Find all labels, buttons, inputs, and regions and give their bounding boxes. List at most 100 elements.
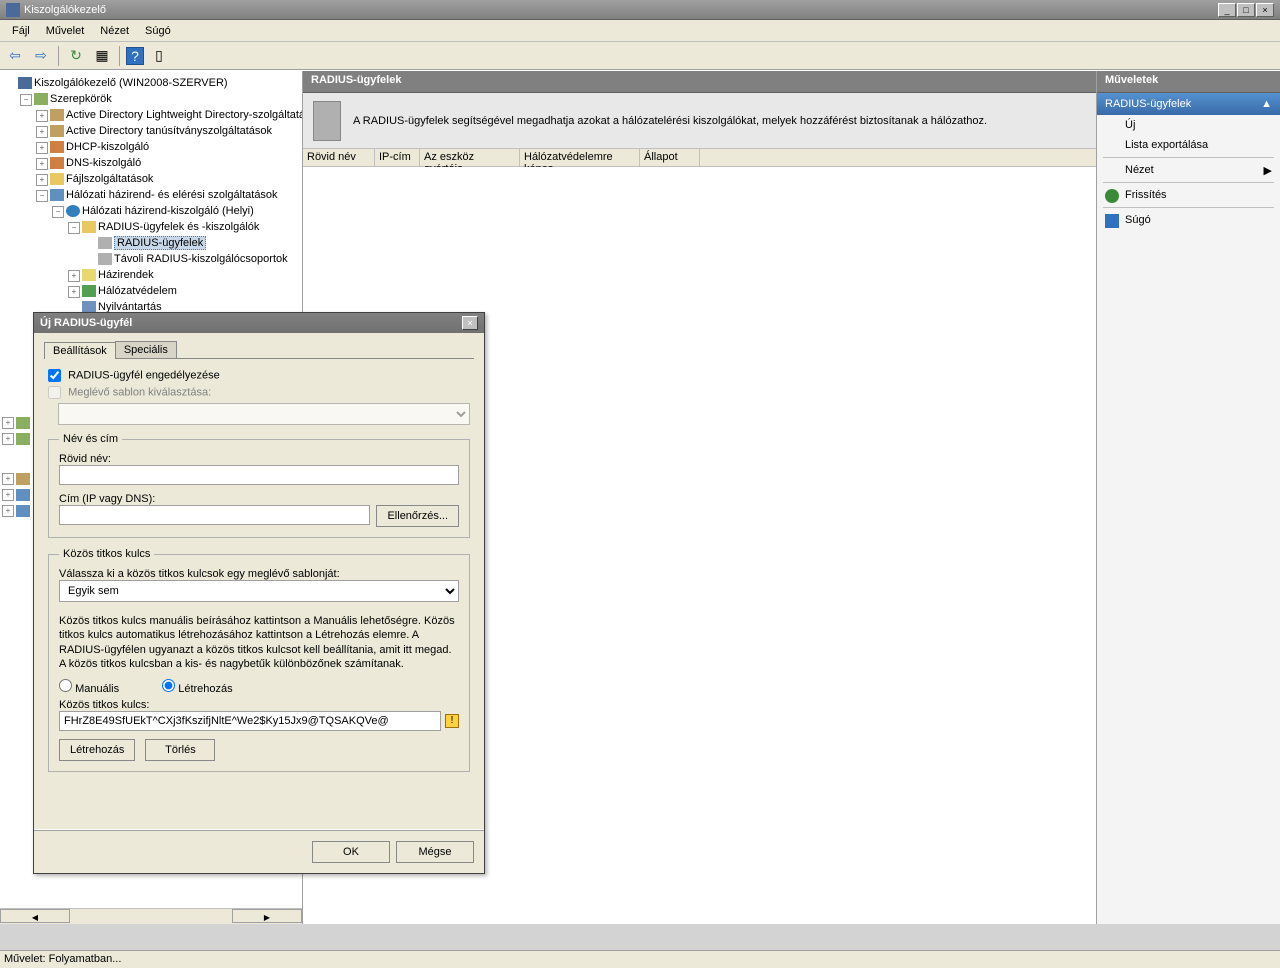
button-ok[interactable]: OK <box>312 841 390 863</box>
menu-help[interactable]: Súgó <box>137 23 179 39</box>
close-button[interactable]: × <box>1256 3 1274 17</box>
content-title: RADIUS-ügyfelek <box>303 71 1096 93</box>
tree-dhcp[interactable]: DHCP-kiszolgáló <box>66 141 149 153</box>
help-icon <box>1105 214 1119 228</box>
tree-root[interactable]: Kiszolgálókezelő (WIN2008-SZERVER) <box>34 77 228 89</box>
dialog-close-button[interactable]: × <box>462 316 478 330</box>
tab-advanced[interactable]: Speciális <box>115 341 177 358</box>
actions-title: Műveletek <box>1097 71 1280 93</box>
button-verify[interactable]: Ellenőrzés... <box>376 505 459 527</box>
select-secret-template[interactable]: Egyik sem <box>59 580 459 602</box>
expander[interactable]: + <box>2 417 14 429</box>
label-secret-template: Válassza ki a közös titkos kulcsok egy m… <box>59 568 459 580</box>
separator <box>1103 157 1274 158</box>
checkbox-select-template <box>48 386 61 399</box>
expander[interactable]: + <box>2 489 14 501</box>
toolbar: ⇦ ⇨ ↻ ▦ ? ▯ <box>0 42 1280 70</box>
button-generate[interactable]: Létrehozás <box>59 739 135 761</box>
scroll-right[interactable]: ▶ <box>232 909 302 923</box>
expander[interactable]: − <box>52 206 64 218</box>
separator <box>119 46 120 66</box>
label-generate: Létrehozás <box>178 683 232 695</box>
radio-manual[interactable] <box>59 679 72 692</box>
actions-pane: Műveletek RADIUS-ügyfelek ▲ Új Lista exp… <box>1097 71 1280 924</box>
expander[interactable]: + <box>2 505 14 517</box>
maximize-button[interactable]: □ <box>1237 3 1255 17</box>
tree-radius-clients[interactable]: RADIUS-ügyfelek <box>114 236 206 250</box>
menu-action[interactable]: Művelet <box>38 23 93 39</box>
expander[interactable]: + <box>68 286 80 298</box>
warning-icon: ! <box>445 714 459 728</box>
tab-settings[interactable]: Beállítások <box>44 342 116 359</box>
expander[interactable]: + <box>2 433 14 445</box>
tree-roles[interactable]: Szerepkörök <box>50 93 112 105</box>
dialog-titlebar: Új RADIUS-ügyfél × <box>34 313 484 333</box>
col-name[interactable]: Rövid név <box>303 149 375 166</box>
input-address[interactable] <box>59 505 370 525</box>
menubar: Fájl Művelet Nézet Súgó <box>0 20 1280 42</box>
scroll-left[interactable]: ◀ <box>0 909 70 923</box>
label-enable-client: RADIUS-ügyfél engedélyezése <box>68 369 220 381</box>
actions-subtitle-text: RADIUS-ügyfelek <box>1105 98 1191 110</box>
refresh-button[interactable]: ↻ <box>65 45 87 67</box>
tree-dns[interactable]: DNS-kiszolgáló <box>66 157 141 169</box>
tree-nps-root[interactable]: Hálózati házirend- és elérési szolgáltat… <box>66 189 278 201</box>
tree-policies[interactable]: Házirendek <box>98 269 154 281</box>
dialog-new-radius-client: Új RADIUS-ügyfél × Beállítások Speciális… <box>33 312 485 874</box>
refresh-icon <box>1105 189 1119 203</box>
action-help[interactable]: Súgó <box>1097 210 1280 230</box>
expander[interactable]: + <box>36 110 48 122</box>
tree-adcs[interactable]: Active Directory tanúsítványszolgáltatás… <box>66 125 272 137</box>
server-icon <box>313 101 341 141</box>
col-ip[interactable]: IP-cím <box>375 149 420 166</box>
tree-radius-clients-servers[interactable]: RADIUS-ügyfelek és -kiszolgálók <box>98 221 259 233</box>
expander[interactable]: − <box>36 190 48 202</box>
radio-generate[interactable] <box>162 679 175 692</box>
select-template <box>58 403 470 425</box>
separator <box>1103 207 1274 208</box>
input-friendly-name[interactable] <box>59 465 459 485</box>
list-button[interactable]: ▦ <box>91 45 113 67</box>
tree-nap[interactable]: Hálózatvédelem <box>98 285 177 297</box>
horizontal-scrollbar[interactable]: ◀ ▶ <box>0 908 302 924</box>
button-clear[interactable]: Törlés <box>145 739 215 761</box>
expander[interactable]: − <box>20 94 32 106</box>
window-titlebar: Kiszolgálókezelő _ □ × <box>0 0 1280 20</box>
expander[interactable]: + <box>36 126 48 138</box>
back-button[interactable]: ⇦ <box>4 45 26 67</box>
tree-remote-radius[interactable]: Távoli RADIUS-kiszolgálócsoportok <box>114 253 288 265</box>
action-refresh[interactable]: Frissítés <box>1097 185 1280 205</box>
forward-button[interactable]: ⇨ <box>30 45 52 67</box>
checkbox-enable-client[interactable] <box>48 369 61 382</box>
minimize-button[interactable]: _ <box>1218 3 1236 17</box>
tree-file[interactable]: Fájlszolgáltatások <box>66 173 153 185</box>
expander[interactable]: + <box>36 142 48 154</box>
expander[interactable]: + <box>68 270 80 282</box>
pane-button[interactable]: ▯ <box>148 45 170 67</box>
fieldset-name-address: Név és cím Rövid név: Cím (IP vagy DNS):… <box>48 433 470 538</box>
tree-nps-local[interactable]: Hálózati házirend-kiszolgáló (Helyi) <box>82 205 254 217</box>
status-text: Művelet: Folyamatban... <box>4 953 121 965</box>
action-new[interactable]: Új <box>1097 115 1280 135</box>
menu-file[interactable]: Fájl <box>4 23 38 39</box>
button-cancel[interactable]: Mégse <box>396 841 474 863</box>
action-view[interactable]: Nézet▶ <box>1097 160 1280 180</box>
collapse-icon[interactable]: ▲ <box>1261 98 1272 110</box>
label-friendly-name: Rövid név: <box>59 453 459 465</box>
action-export[interactable]: Lista exportálása <box>1097 135 1280 155</box>
tree-truncated-nodes: + + + + + <box>2 415 32 519</box>
col-status[interactable]: Állapot <box>640 149 700 166</box>
col-nap[interactable]: Hálózatvédelemre képes <box>520 149 640 166</box>
expander[interactable]: + <box>2 473 14 485</box>
tree-adlds[interactable]: Active Directory Lightweight Directory-s… <box>66 109 303 121</box>
col-vendor[interactable]: Az eszköz gyártója <box>420 149 520 166</box>
help-button[interactable]: ? <box>126 47 144 65</box>
input-shared-secret[interactable] <box>59 711 441 731</box>
expander[interactable]: + <box>36 158 48 170</box>
chevron-right-icon: ▶ <box>1264 164 1272 177</box>
legend-shared-secret: Közös titkos kulcs <box>59 548 154 560</box>
info-box: A RADIUS-ügyfelek segítségével megadhatj… <box>303 93 1096 149</box>
menu-view[interactable]: Nézet <box>92 23 137 39</box>
expander[interactable]: − <box>68 222 80 234</box>
expander[interactable]: + <box>36 174 48 186</box>
